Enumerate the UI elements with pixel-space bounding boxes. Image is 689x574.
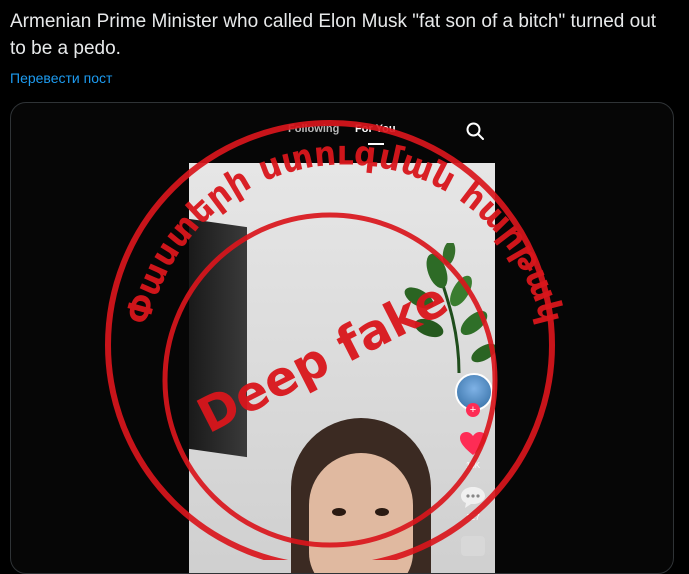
- media-card[interactable]: Following For You + 13K 227: [10, 102, 674, 574]
- follow-plus-icon[interactable]: +: [466, 403, 480, 417]
- plant-image: [404, 243, 495, 373]
- feed-tabs: Following For You: [11, 123, 673, 145]
- tab-for-you[interactable]: For You: [355, 123, 396, 135]
- person-eye: [375, 508, 389, 516]
- share-icon[interactable]: [461, 536, 485, 556]
- comment-icon[interactable]: [460, 485, 486, 509]
- tab-following[interactable]: Following: [288, 123, 339, 135]
- person-eye: [332, 508, 346, 516]
- video-frame[interactable]: + 13K 227: [189, 163, 495, 573]
- translate-post-link[interactable]: Перевести пост: [10, 70, 112, 86]
- video-background-shape: [189, 218, 247, 458]
- person-face: [309, 453, 413, 573]
- tweet-text: Armenian Prime Minister who called Elon …: [10, 11, 657, 59]
- like-count: 13K: [465, 461, 481, 470]
- tab-active-indicator: [368, 143, 384, 145]
- heart-icon[interactable]: [459, 431, 487, 457]
- search-icon[interactable]: [465, 121, 485, 141]
- comment-count: 227: [466, 513, 480, 522]
